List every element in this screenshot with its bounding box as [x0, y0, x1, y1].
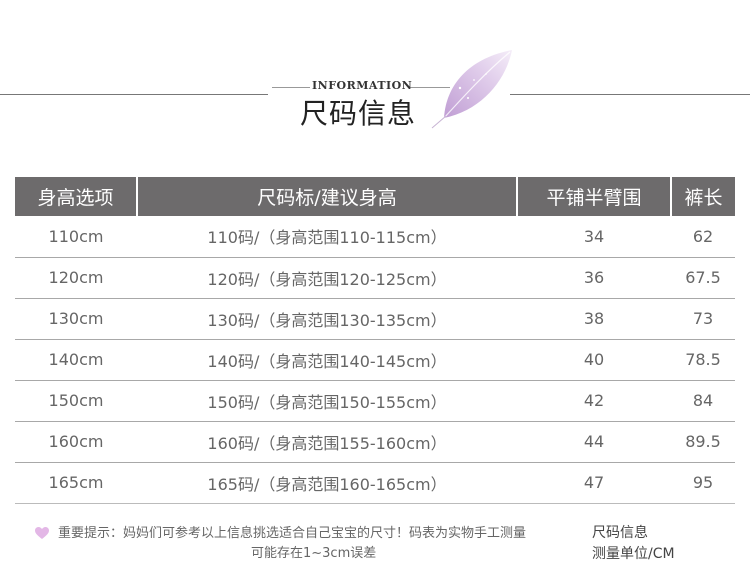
- footer-note: 重要提示：妈妈们可参考以上信息挑选适合自己宝宝的尺寸！码表为实物手工测量 可能存…: [58, 524, 578, 564]
- cell-pants-length: 89.5: [671, 421, 735, 463]
- footer-note-line1: 重要提示：妈妈们可参考以上信息挑选适合自己宝宝的尺寸！码表为实物手工测量: [58, 526, 527, 541]
- col-header-pants-length: 裤长: [671, 177, 735, 216]
- table-row: 130cm 130码/（身高范围130-135cm） 38 73: [15, 298, 735, 340]
- table-header-row: 身高选项 尺码标/建议身高 平铺半臂围 裤长: [15, 177, 735, 216]
- cell-half-chest: 36: [517, 257, 671, 299]
- page-title: 尺码信息: [300, 97, 417, 130]
- cell-height: 150cm: [15, 380, 137, 422]
- cell-height: 160cm: [15, 421, 137, 463]
- info-line-left: [272, 87, 310, 88]
- leaf-icon: [431, 50, 512, 129]
- cell-half-chest: 40: [517, 339, 671, 381]
- cell-half-chest: 42: [517, 380, 671, 422]
- heart-icon: [35, 527, 49, 539]
- cell-half-chest: 47: [517, 462, 671, 504]
- size-table: 身高选项 尺码标/建议身高 平铺半臂围 裤长 110cm 110码/（身高范围1…: [15, 177, 735, 504]
- header-divider-left: [0, 94, 268, 95]
- footer-unit-info: 尺码信息 测量单位/CM: [592, 523, 675, 564]
- cell-size: 110码/（身高范围110-115cm）: [137, 216, 517, 258]
- table-row: 140cm 140码/（身高范围140-145cm） 40 78.5: [15, 339, 735, 381]
- cell-height: 130cm: [15, 298, 137, 340]
- header-divider-right: [510, 94, 750, 95]
- cell-pants-length: 67.5: [671, 257, 735, 299]
- cell-height: 110cm: [15, 216, 137, 258]
- cell-half-chest: 44: [517, 421, 671, 463]
- col-header-size-label: 尺码标/建议身高: [137, 177, 518, 216]
- cell-pants-length: 84: [671, 380, 735, 422]
- cell-pants-length: 62: [671, 216, 735, 258]
- footer-note-line2: 可能存在1~3cm误差: [251, 546, 377, 561]
- footer-size-info: 尺码信息: [592, 525, 648, 541]
- cell-height: 140cm: [15, 339, 137, 381]
- table-row: 110cm 110码/（身高范围110-115cm） 34 62: [15, 216, 735, 258]
- table-row: 150cm 150码/（身高范围150-155cm） 42 84: [15, 380, 735, 422]
- cell-size: 165码/（身高范围160-165cm）: [137, 462, 517, 504]
- table-row: 160cm 160码/（身高范围155-160cm） 44 89.5: [15, 421, 735, 463]
- cell-half-chest: 38: [517, 298, 671, 340]
- cell-size: 150码/（身高范围150-155cm）: [137, 380, 517, 422]
- cell-height: 165cm: [15, 462, 137, 504]
- table-row: 120cm 120码/（身高范围120-125cm） 36 67.5: [15, 257, 735, 299]
- footer-unit: 测量单位/CM: [592, 546, 675, 562]
- cell-size: 130码/（身高范围130-135cm）: [137, 298, 517, 340]
- col-header-half-chest: 平铺半臂围: [517, 177, 672, 216]
- cell-size: 160码/（身高范围155-160cm）: [137, 421, 517, 463]
- cell-size: 140码/（身高范围140-145cm）: [137, 339, 517, 381]
- table-row: 165cm 165码/（身高范围160-165cm） 47 95: [15, 462, 735, 504]
- cell-height: 120cm: [15, 257, 137, 299]
- cell-pants-length: 95: [671, 462, 735, 504]
- cell-size: 120码/（身高范围120-125cm）: [137, 257, 517, 299]
- cell-pants-length: 73: [671, 298, 735, 340]
- col-header-height-option: 身高选项: [15, 177, 138, 216]
- cell-half-chest: 34: [517, 216, 671, 258]
- info-label: INFORMATION: [312, 79, 413, 92]
- page-header: INFORMATION 尺码信息: [0, 0, 750, 150]
- cell-pants-length: 78.5: [671, 339, 735, 381]
